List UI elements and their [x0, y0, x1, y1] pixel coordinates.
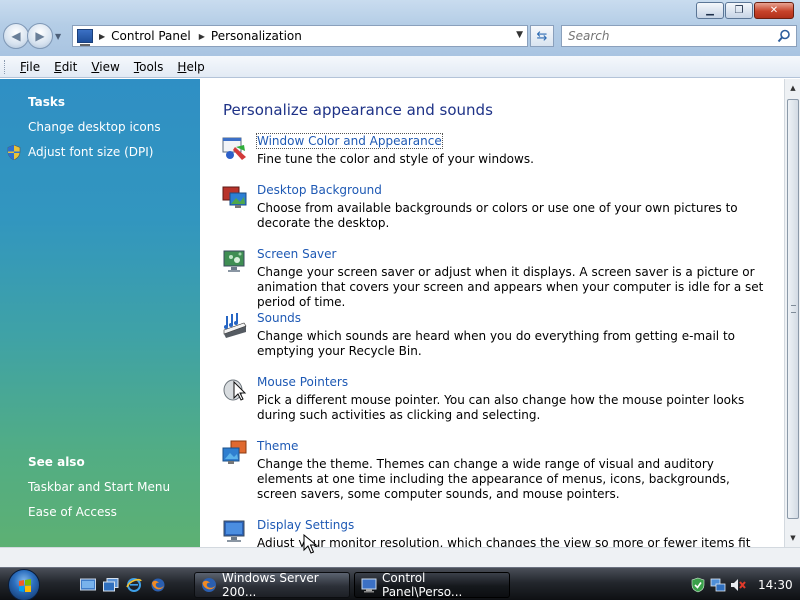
menu-edit[interactable]: Edit	[47, 58, 84, 76]
minimize-icon: ▁	[706, 5, 714, 16]
window-color-description: Fine tune the color and style of your wi…	[257, 152, 534, 166]
search-icon[interactable]	[777, 29, 791, 43]
theme-description: Change the theme. Themes can change a wi…	[257, 457, 730, 501]
control-panel-icon	[361, 578, 377, 593]
scrollbar-thumb[interactable]	[787, 99, 799, 519]
menu-tools[interactable]: Tools	[127, 58, 171, 76]
desktop-background-link[interactable]: Desktop Background	[257, 183, 382, 197]
desktop-background-icon	[222, 186, 247, 208]
address-bar[interactable]: ▶ Control Panel ▶ Personalization ▼	[72, 25, 528, 47]
taskbar-button-label: Windows Server 200...	[222, 571, 319, 599]
scroll-up-icon[interactable]: ▲	[787, 81, 799, 95]
scroll-down-icon[interactable]: ▼	[787, 531, 799, 545]
theme-link[interactable]: Theme	[257, 439, 298, 453]
display-settings-description: Adjust your monitor resolution, which ch…	[257, 536, 751, 547]
see-also-taskbar-start-menu[interactable]: Taskbar and Start Menu	[28, 480, 170, 494]
vertical-scrollbar[interactable]: ▲ ▼	[784, 79, 800, 547]
window-title-bar: ▁ ❐ ✕ ◀ ▶ ▼ ▶ Control Panel ▶ Personaliz…	[0, 0, 800, 56]
window-color-link[interactable]: Window Color and Appearance	[256, 133, 443, 149]
menu-bar: File Edit View Tools Help	[0, 56, 800, 78]
menu-edit-accel: E	[54, 59, 62, 74]
menu-view[interactable]: View	[84, 58, 126, 76]
breadcrumb-personalization[interactable]: Personalization	[211, 29, 302, 43]
menu-file[interactable]: File	[13, 58, 47, 76]
back-arrow-icon: ◀	[11, 29, 21, 43]
main-content: Personalize appearance and sounds Window…	[200, 79, 784, 547]
firefox-icon[interactable]	[150, 578, 166, 592]
search-input[interactable]	[568, 29, 768, 43]
menu-view-label: iew	[99, 59, 120, 74]
restore-icon: ❐	[734, 5, 744, 16]
close-icon: ✕	[769, 5, 779, 16]
forward-arrow-icon: ▶	[35, 29, 45, 43]
chevron-right-icon[interactable]: ▶	[99, 32, 105, 41]
minimize-button[interactable]: ▁	[696, 2, 724, 19]
taskbar-button-browser[interactable]: Windows Server 200...	[194, 571, 350, 599]
switch-windows-icon[interactable]	[103, 578, 119, 592]
control-panel-icon	[77, 29, 93, 46]
window-color-icon	[222, 137, 246, 160]
see-also-heading: See also	[28, 455, 85, 469]
system-tray: 14:30	[686, 570, 800, 600]
chevron-right-icon[interactable]: ▶	[199, 32, 205, 41]
window-controls: ▁ ❐ ✕	[695, 2, 794, 19]
sounds-description: Change which sounds are heard when you d…	[257, 329, 735, 358]
network-icon[interactable]	[710, 577, 726, 593]
task-change-desktop-icons[interactable]: Change desktop icons	[28, 120, 161, 134]
desktop-background-description: Choose from available backgrounds or col…	[257, 201, 738, 230]
firefox-icon	[202, 578, 216, 592]
taskbar-button-label: Control Panel\Perso...	[382, 571, 463, 599]
breadcrumb-control-panel[interactable]: Control Panel	[111, 29, 191, 43]
menu-edit-label: dit	[61, 59, 78, 74]
menu-tools-label: ools	[139, 59, 164, 74]
maximize-button[interactable]: ❐	[725, 2, 753, 19]
windows-logo-icon	[19, 579, 31, 592]
menu-help[interactable]: Help	[170, 58, 211, 76]
task-pane: Tasks Change desktop icons Adjust font s…	[0, 79, 200, 547]
taskbar: Windows Server 200... Control Panel\Pers…	[0, 567, 800, 600]
menu-grip	[4, 59, 7, 74]
status-area	[0, 547, 800, 567]
screen-saver-link[interactable]: Screen Saver	[257, 247, 336, 261]
screen-saver-description: Change your screen saver or adjust when …	[257, 265, 764, 309]
task-adjust-font-size[interactable]: Adjust font size (DPI)	[28, 145, 153, 159]
mouse-pointers-link[interactable]: Mouse Pointers	[257, 375, 348, 389]
address-dropdown-icon[interactable]: ▼	[516, 30, 523, 40]
search-box[interactable]	[561, 25, 797, 47]
refresh-button[interactable]: ⇆	[530, 25, 554, 47]
see-also-ease-of-access[interactable]: Ease of Access	[28, 505, 117, 519]
shield-icon	[7, 145, 21, 160]
security-center-icon[interactable]	[690, 577, 706, 593]
sounds-link[interactable]: Sounds	[257, 311, 301, 325]
close-button[interactable]: ✕	[754, 2, 794, 19]
taskbar-button-control-panel[interactable]: Control Panel\Perso...	[354, 571, 510, 599]
menu-file-label: ile	[26, 59, 41, 74]
page-title: Personalize appearance and sounds	[223, 101, 493, 119]
sounds-icon	[223, 313, 247, 338]
theme-icon	[222, 440, 247, 464]
back-button[interactable]: ◀	[3, 23, 29, 49]
forward-button[interactable]: ▶	[27, 23, 53, 49]
refresh-icon: ⇆	[536, 28, 548, 44]
recent-pages-dropdown[interactable]: ▼	[55, 32, 61, 41]
navigation-buttons: ◀ ▶ ▼	[3, 23, 61, 49]
display-settings-link[interactable]: Display Settings	[257, 518, 354, 532]
show-desktop-icon[interactable]	[80, 578, 96, 592]
mouse-cursor-icon	[303, 534, 317, 554]
volume-muted-icon[interactable]	[730, 577, 746, 593]
system-clock[interactable]: 14:30	[758, 578, 793, 592]
menu-help-label: elp	[186, 59, 205, 74]
internet-explorer-icon[interactable]	[126, 578, 142, 592]
mouse-pointers-icon	[223, 379, 247, 401]
mouse-pointers-description: Pick a different mouse pointer. You can …	[257, 393, 745, 422]
display-settings-icon	[223, 520, 245, 542]
screen-saver-icon	[223, 250, 245, 272]
tasks-heading: Tasks	[28, 95, 66, 109]
start-button[interactable]	[8, 569, 40, 600]
